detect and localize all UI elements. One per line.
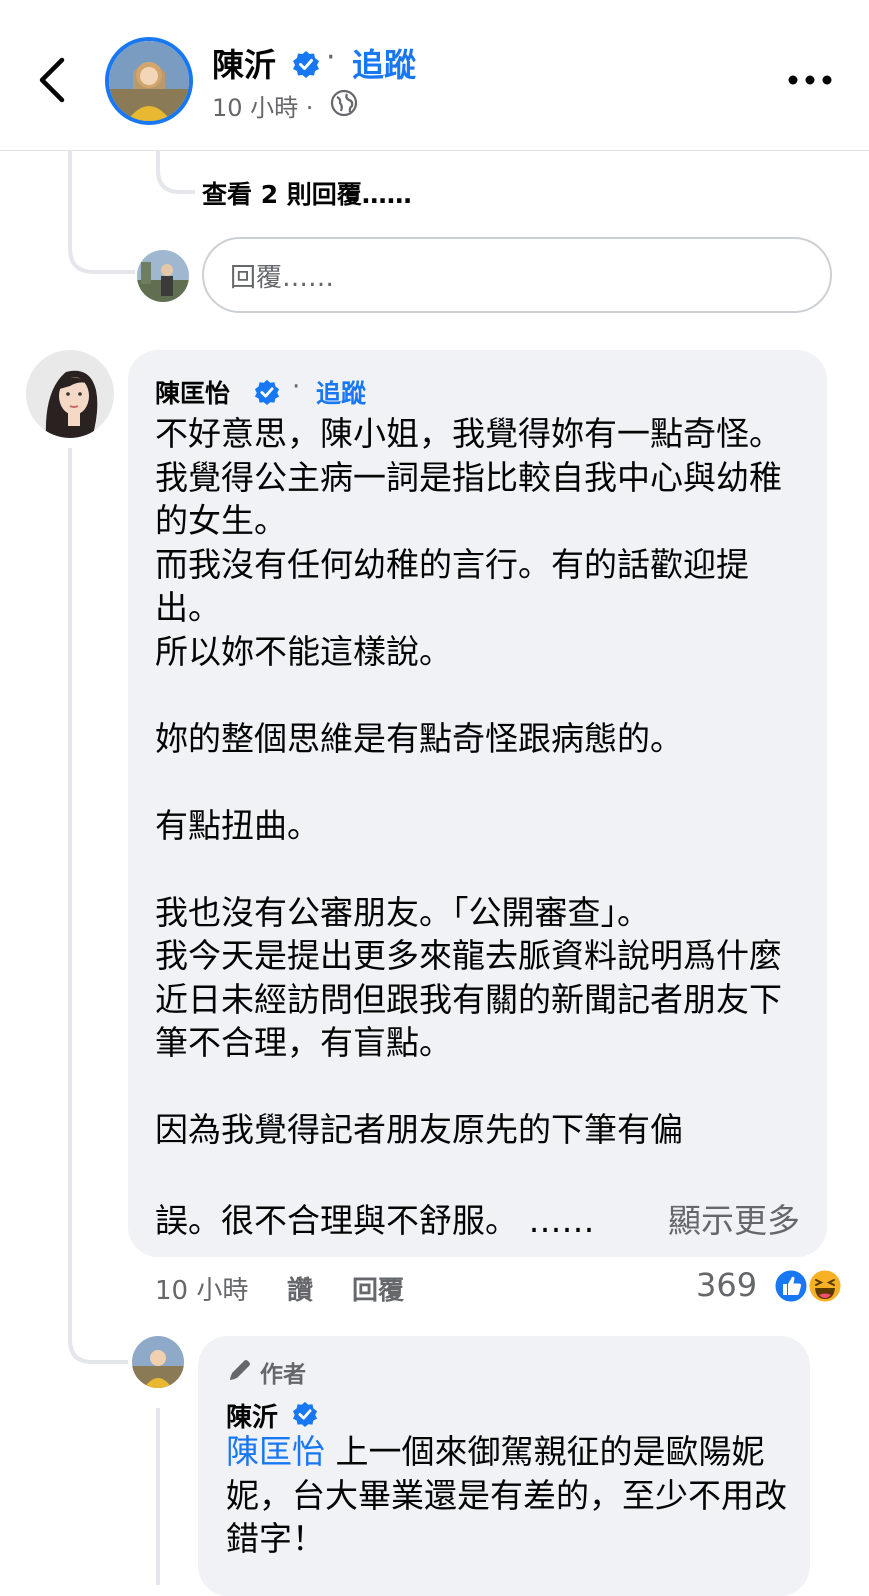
reply-text: 陳匡怡 上一個來御駕親征的是歐陽妮妮，台大畢業還是有差的，至少不用改錯字！ [226, 1430, 796, 1561]
reaction-count[interactable]: 369 [696, 1266, 757, 1304]
mention-link[interactable]: 陳匡怡 [226, 1432, 325, 1471]
reply-author-name[interactable]: 陳沂 [226, 1397, 278, 1434]
like-button[interactable]: 讚 [287, 1270, 313, 1307]
follow-button[interactable]: 追蹤 [316, 374, 366, 410]
comment-truncated-line: 誤。很不合理與不舒服。 …… 顯示更多 [150, 1199, 800, 1244]
haha-reaction-icon [806, 1267, 844, 1309]
post-timestamp[interactable]: 10 小時 · [212, 88, 313, 123]
reply-input[interactable]: 回覆…… [202, 237, 832, 313]
header-avatar[interactable] [105, 37, 193, 125]
comment-text-last-line: 誤。很不合理與不舒服。 …… [155, 1201, 595, 1240]
header-author-name[interactable]: 陳沂 [212, 40, 276, 86]
back-button[interactable] [30, 50, 80, 110]
verified-badge-icon [254, 379, 280, 409]
header-separator-dot: · [326, 40, 336, 75]
pencil-icon [226, 1356, 254, 1388]
reply-button[interactable]: 回覆 [352, 1270, 404, 1307]
current-user-avatar [137, 250, 189, 302]
reply-author-avatar[interactable] [132, 1336, 184, 1388]
commenter-name[interactable]: 陳匡怡 [155, 374, 230, 410]
view-replies-link[interactable]: 查看 2 則回覆…… [202, 175, 412, 211]
follow-button[interactable]: 追蹤 [352, 40, 416, 86]
comment-timestamp[interactable]: 10 小時 [155, 1270, 248, 1307]
more-options-button[interactable] [785, 60, 835, 100]
commenter-avatar[interactable] [26, 350, 114, 438]
more-horizontal-icon [788, 75, 832, 85]
verified-badge-icon [292, 50, 320, 82]
verified-badge-icon [292, 1401, 318, 1431]
author-badge: 作者 [260, 1362, 306, 1388]
avatar-image [109, 41, 189, 121]
comment-text: 不好意思，陳小姐，我覺得妳有一點奇怪。 我覺得公主病一詞是指比較自我中心與幼稚的… [155, 414, 782, 1149]
reply-input-placeholder: 回覆…… [230, 262, 335, 293]
chevron-left-icon [39, 57, 65, 103]
globe-icon [330, 89, 358, 121]
comment-separator-dot: · [292, 372, 301, 402]
show-more-link[interactable]: 顯示更多 [668, 1201, 800, 1240]
like-reaction-icon [772, 1267, 810, 1309]
